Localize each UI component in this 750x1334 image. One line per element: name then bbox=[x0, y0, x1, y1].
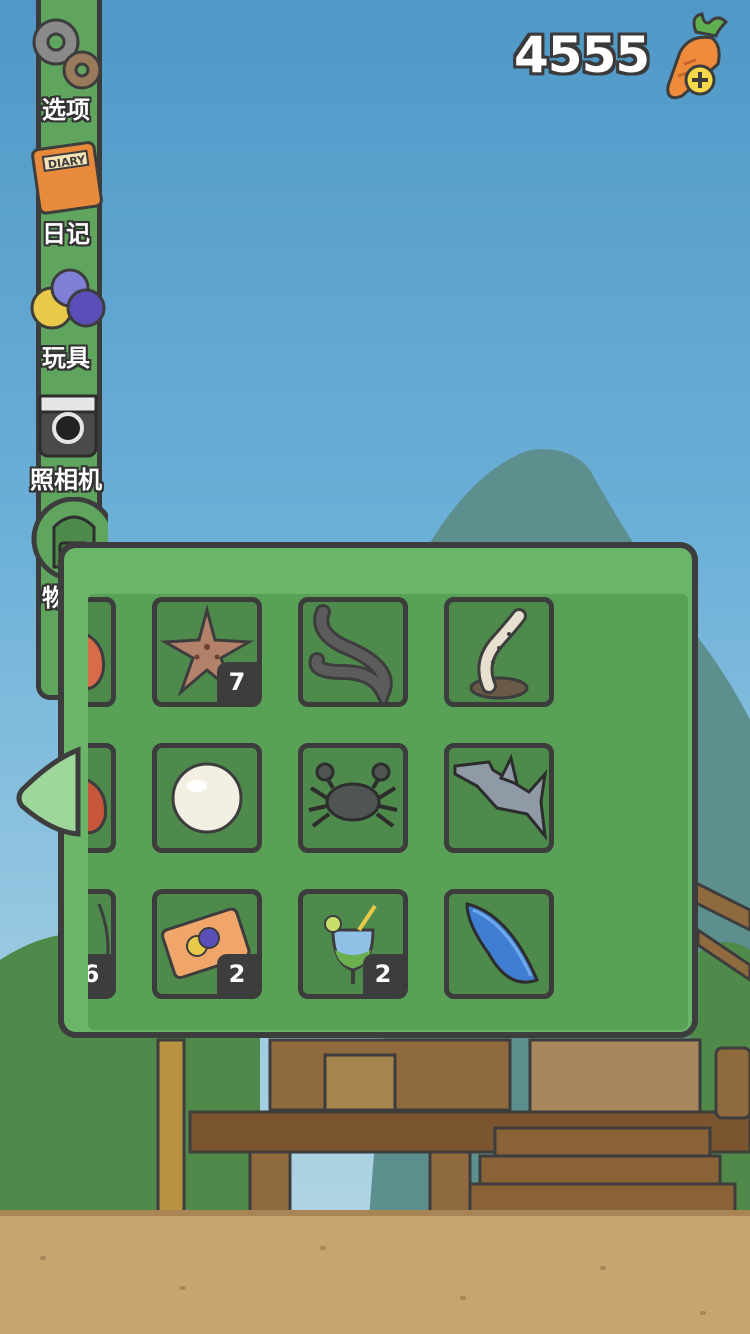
menu-label: 照相机 bbox=[30, 466, 102, 494]
menu-label: 玩具 bbox=[42, 344, 90, 372]
item-count: 6 bbox=[88, 954, 111, 994]
inventory-slot[interactable] bbox=[298, 743, 408, 853]
camera-icon bbox=[24, 382, 108, 466]
hermit-crab-icon bbox=[88, 778, 108, 835]
inventory-slot[interactable] bbox=[88, 597, 116, 707]
carrot-plus-icon bbox=[666, 12, 729, 100]
inventory-grid: 7 2 2 bbox=[88, 594, 688, 1030]
item-count: 7 bbox=[217, 662, 257, 702]
item-count: 2 bbox=[363, 954, 403, 994]
eel-icon bbox=[308, 604, 393, 702]
inventory-slot[interactable] bbox=[444, 743, 554, 853]
inventory-slot[interactable]: 7 bbox=[152, 597, 262, 707]
moray-eel-icon bbox=[469, 608, 529, 700]
gears-icon bbox=[24, 12, 108, 96]
surfboard-icon bbox=[465, 902, 540, 984]
menu-label: 选项 bbox=[42, 96, 90, 124]
collapse-panel-button[interactable] bbox=[12, 744, 84, 840]
menu-item-diary[interactable]: DIARY 日记 bbox=[16, 136, 116, 249]
carrot-count: 4555 bbox=[514, 26, 650, 84]
inventory-slot[interactable] bbox=[88, 743, 116, 853]
inventory-slot[interactable] bbox=[444, 889, 554, 999]
hammerhead-shark-icon bbox=[453, 753, 548, 841]
menu-label: 日记 bbox=[42, 220, 90, 248]
shrimp-icon bbox=[88, 633, 106, 691]
inventory-slot[interactable] bbox=[298, 597, 408, 707]
sand-ground bbox=[0, 1210, 750, 1334]
inventory-slot[interactable]: 2 bbox=[298, 889, 408, 999]
crab-icon bbox=[308, 762, 398, 828]
diary-icon: DIARY bbox=[24, 136, 108, 220]
menu-item-options[interactable]: 选项 bbox=[16, 12, 116, 125]
item-count: 2 bbox=[217, 954, 257, 994]
inventory-panel: 7 2 2 bbox=[58, 542, 698, 1038]
menu-item-toys[interactable]: 玩具 bbox=[16, 260, 116, 373]
inventory-slot[interactable]: 6 bbox=[88, 889, 116, 999]
arrow-left-icon bbox=[16, 746, 81, 837]
toy-balls-icon bbox=[24, 260, 108, 344]
inventory-slot[interactable]: 2 bbox=[152, 889, 262, 999]
add-carrots-button[interactable] bbox=[660, 12, 736, 102]
inventory-slot[interactable] bbox=[444, 597, 554, 707]
menu-item-camera[interactable]: 照相机 bbox=[16, 382, 116, 495]
pearl-icon bbox=[171, 762, 243, 834]
inventory-slot[interactable] bbox=[152, 743, 262, 853]
